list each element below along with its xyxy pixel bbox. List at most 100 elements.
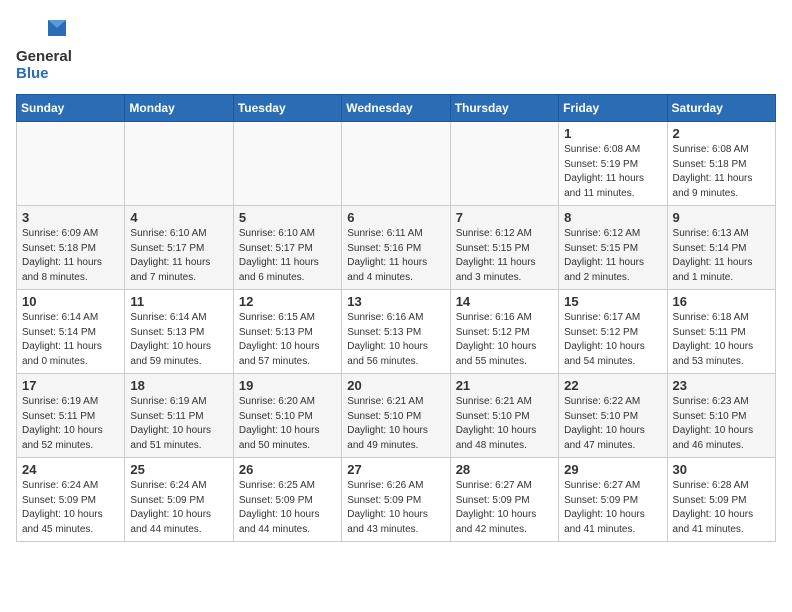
calendar-cell: 8 Sunrise: 6:12 AMSunset: 5:15 PMDaylight… — [559, 206, 667, 290]
calendar-cell: 14 Sunrise: 6:16 AMSunset: 5:12 PMDayligh… — [450, 290, 558, 374]
calendar-cell: 22 Sunrise: 6:22 AMSunset: 5:10 PMDayligh… — [559, 374, 667, 458]
calendar-cell: 21Sunrise: 6:21 AMSunset: 5:10 PMDayligh… — [450, 374, 558, 458]
calendar-cell: 6 Sunrise: 6:11 AMSunset: 5:16 PMDaylight… — [342, 206, 450, 290]
day-info: Sunrise: 6:23 AMSunset: 5:10 PMDaylight:… — [673, 395, 770, 453]
day-number: 13 — [347, 294, 444, 309]
calendar-cell: 18 Sunrise: 6:19 AMSunset: 5:11 PMDayligh… — [125, 374, 233, 458]
day-info: Sunrise: 6:22 AMSunset: 5:10 PMDaylight:… — [564, 395, 661, 453]
day-info: Sunrise: 6:17 AMSunset: 5:12 PMDaylight:… — [564, 311, 661, 369]
day-number: 3 — [22, 210, 119, 225]
weekday-header-monday: Monday — [125, 95, 233, 122]
day-info: Sunrise: 6:10 AMSunset: 5:17 PMDaylight:… — [130, 227, 227, 285]
day-info: Sunrise: 6:21 AMSunset: 5:10 PMDaylight:… — [456, 395, 553, 453]
day-info: Sunrise: 6:11 AMSunset: 5:16 PMDaylight:… — [347, 227, 444, 285]
day-info: Sunrise: 6:10 AMSunset: 5:17 PMDaylight:… — [239, 227, 336, 285]
week-row-1: 1Sunrise: 6:08 AMSunset: 5:19 PMDaylight… — [17, 122, 776, 206]
calendar-cell: 3 Sunrise: 6:09 AMSunset: 5:18 PMDaylight… — [17, 206, 125, 290]
calendar-cell: 26 Sunrise: 6:25 AMSunset: 5:09 PMDayligh… — [233, 458, 341, 542]
day-number: 15 — [564, 294, 661, 309]
day-info: Sunrise: 6:14 AMSunset: 5:13 PMDaylight:… — [130, 311, 227, 369]
calendar-cell: 16 Sunrise: 6:18 AMSunset: 5:11 PMDayligh… — [667, 290, 775, 374]
day-info: Sunrise: 6:13 AMSunset: 5:14 PMDaylight:… — [673, 227, 770, 285]
day-number: 29 — [564, 462, 661, 477]
day-number: 16 — [673, 294, 770, 309]
day-info: Sunrise: 6:27 AMSunset: 5:09 PMDaylight:… — [456, 479, 553, 537]
day-number: 26 — [239, 462, 336, 477]
day-info: Sunrise: 6:09 AMSunset: 5:18 PMDaylight:… — [22, 227, 119, 285]
day-info: Sunrise: 6:12 AMSunset: 5:15 PMDaylight:… — [564, 227, 661, 285]
weekday-header-tuesday: Tuesday — [233, 95, 341, 122]
day-number: 25 — [130, 462, 227, 477]
calendar-cell — [17, 122, 125, 206]
day-number: 17 — [22, 378, 119, 393]
day-info: Sunrise: 6:08 AMSunset: 5:18 PMDaylight:… — [673, 143, 770, 201]
day-number: 12 — [239, 294, 336, 309]
calendar-cell — [233, 122, 341, 206]
weekday-header-saturday: Saturday — [667, 95, 775, 122]
calendar-cell — [450, 122, 558, 206]
day-number: 14 — [456, 294, 553, 309]
day-number: 2 — [673, 126, 770, 141]
day-number: 27 — [347, 462, 444, 477]
day-number: 24 — [22, 462, 119, 477]
day-number: 20 — [347, 378, 444, 393]
day-info: Sunrise: 6:24 AMSunset: 5:09 PMDaylight:… — [22, 479, 119, 537]
weekday-header-row: SundayMondayTuesdayWednesdayThursdayFrid… — [17, 95, 776, 122]
day-number: 6 — [347, 210, 444, 225]
day-number: 23 — [673, 378, 770, 393]
day-number: 30 — [673, 462, 770, 477]
calendar-cell: 15 Sunrise: 6:17 AMSunset: 5:12 PMDayligh… — [559, 290, 667, 374]
day-number: 18 — [130, 378, 227, 393]
weekday-header-friday: Friday — [559, 95, 667, 122]
calendar-cell — [342, 122, 450, 206]
day-number: 8 — [564, 210, 661, 225]
day-info: Sunrise: 6:16 AMSunset: 5:12 PMDaylight:… — [456, 311, 553, 369]
day-info: Sunrise: 6:20 AMSunset: 5:10 PMDaylight:… — [239, 395, 336, 453]
calendar-cell — [125, 122, 233, 206]
day-number: 10 — [22, 294, 119, 309]
day-info: Sunrise: 6:15 AMSunset: 5:13 PMDaylight:… — [239, 311, 336, 369]
logo-blue-text: Blue — [16, 65, 49, 82]
calendar-cell: 27 Sunrise: 6:26 AMSunset: 5:09 PMDayligh… — [342, 458, 450, 542]
calendar-cell: 23 Sunrise: 6:23 AMSunset: 5:10 PMDayligh… — [667, 374, 775, 458]
calendar-cell: 17 Sunrise: 6:19 AMSunset: 5:11 PMDayligh… — [17, 374, 125, 458]
calendar-cell: 12 Sunrise: 6:15 AMSunset: 5:13 PMDayligh… — [233, 290, 341, 374]
calendar-cell: 1Sunrise: 6:08 AMSunset: 5:19 PMDaylight… — [559, 122, 667, 206]
calendar-cell: 11 Sunrise: 6:14 AMSunset: 5:13 PMDayligh… — [125, 290, 233, 374]
day-number: 9 — [673, 210, 770, 225]
day-number: 4 — [130, 210, 227, 225]
day-number: 28 — [456, 462, 553, 477]
day-number: 11 — [130, 294, 227, 309]
logo: GeneralBlue — [16, 16, 72, 82]
week-row-4: 17 Sunrise: 6:19 AMSunset: 5:11 PMDayligh… — [17, 374, 776, 458]
day-info: Sunrise: 6:18 AMSunset: 5:11 PMDaylight:… — [673, 311, 770, 369]
logo-general-text: General — [16, 48, 72, 65]
calendar-cell: 20 Sunrise: 6:21 AMSunset: 5:10 PMDayligh… — [342, 374, 450, 458]
week-row-2: 3 Sunrise: 6:09 AMSunset: 5:18 PMDaylight… — [17, 206, 776, 290]
day-info: Sunrise: 6:27 AMSunset: 5:09 PMDaylight:… — [564, 479, 661, 537]
day-info: Sunrise: 6:25 AMSunset: 5:09 PMDaylight:… — [239, 479, 336, 537]
calendar-cell: 13Sunrise: 6:16 AMSunset: 5:13 PMDayligh… — [342, 290, 450, 374]
weekday-header-sunday: Sunday — [17, 95, 125, 122]
day-number: 22 — [564, 378, 661, 393]
weekday-header-wednesday: Wednesday — [342, 95, 450, 122]
calendar-cell: 24 Sunrise: 6:24 AMSunset: 5:09 PMDayligh… — [17, 458, 125, 542]
calendar-cell: 28 Sunrise: 6:27 AMSunset: 5:09 PMDayligh… — [450, 458, 558, 542]
calendar: SundayMondayTuesdayWednesdayThursdayFrid… — [16, 94, 776, 542]
calendar-cell: 4 Sunrise: 6:10 AMSunset: 5:17 PMDaylight… — [125, 206, 233, 290]
day-info: Sunrise: 6:28 AMSunset: 5:09 PMDaylight:… — [673, 479, 770, 537]
day-info: Sunrise: 6:26 AMSunset: 5:09 PMDaylight:… — [347, 479, 444, 537]
day-info: Sunrise: 6:08 AMSunset: 5:19 PMDaylight:… — [564, 143, 661, 201]
weekday-header-thursday: Thursday — [450, 95, 558, 122]
day-info: Sunrise: 6:14 AMSunset: 5:14 PMDaylight:… — [22, 311, 119, 369]
calendar-cell: 9 Sunrise: 6:13 AMSunset: 5:14 PMDaylight… — [667, 206, 775, 290]
calendar-cell: 25Sunrise: 6:24 AMSunset: 5:09 PMDayligh… — [125, 458, 233, 542]
week-row-3: 10 Sunrise: 6:14 AMSunset: 5:14 PMDayligh… — [17, 290, 776, 374]
day-number: 5 — [239, 210, 336, 225]
day-info: Sunrise: 6:19 AMSunset: 5:11 PMDaylight:… — [130, 395, 227, 453]
day-number: 19 — [239, 378, 336, 393]
calendar-cell: 10 Sunrise: 6:14 AMSunset: 5:14 PMDayligh… — [17, 290, 125, 374]
day-info: Sunrise: 6:21 AMSunset: 5:10 PMDaylight:… — [347, 395, 444, 453]
calendar-cell: 29 Sunrise: 6:27 AMSunset: 5:09 PMDayligh… — [559, 458, 667, 542]
day-info: Sunrise: 6:19 AMSunset: 5:11 PMDaylight:… — [22, 395, 119, 453]
